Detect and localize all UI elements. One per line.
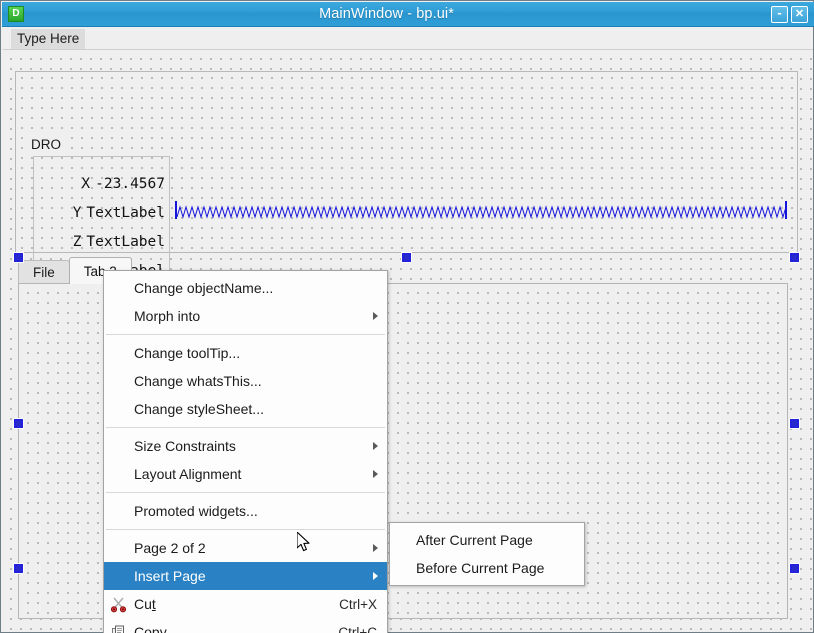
menu-item-label: After Current Page (416, 532, 574, 548)
selection-handle-bottom-left[interactable] (14, 564, 23, 573)
chevron-right-icon (373, 442, 378, 450)
chevron-right-icon (373, 312, 378, 320)
chevron-right-icon (373, 544, 378, 552)
chevron-right-icon (373, 572, 378, 580)
menu-bar: Type Here (3, 28, 813, 50)
menu-item-shortcut: Ctrl+X (339, 597, 377, 612)
submenu-item-before-current-page[interactable]: Before Current Page (390, 554, 584, 582)
minimize-button[interactable]: - (771, 6, 788, 23)
menu-item-label: Promoted widgets... (134, 503, 377, 519)
selection-handle-middle-left[interactable] (14, 419, 23, 428)
selection-handle-top-center[interactable] (402, 253, 411, 262)
dro-row-z[interactable]: ZTextLabel (34, 227, 171, 256)
menu-item-change-whatsthis[interactable]: Change whatsThis... (104, 367, 387, 395)
menu-item-label: Change toolTip... (134, 345, 377, 361)
dro-groupbox-title: DRO (29, 137, 63, 152)
menu-item-change-stylesheet[interactable]: Change styleSheet... (104, 395, 387, 423)
insert-page-submenu[interactable]: After Current Page Before Current Page (389, 522, 585, 586)
menu-item-label: Layout Alignment (134, 466, 377, 482)
menu-item-label: Change whatsThis... (134, 373, 377, 389)
close-button[interactable]: ✕ (791, 6, 808, 23)
menu-item-cut[interactable]: Cut Ctrl+X (104, 590, 387, 618)
selection-handle-bottom-right[interactable] (790, 564, 799, 573)
spacer-sawtooth-icon (175, 201, 788, 219)
menu-item-label: Before Current Page (416, 560, 574, 576)
menu-item-label: Change objectName... (134, 280, 377, 296)
menu-item-layout-alignment[interactable]: Layout Alignment (104, 460, 387, 488)
copy-icon (110, 624, 127, 633)
menu-item-insert-page[interactable]: Insert Page (104, 562, 387, 590)
dro-value-y: TextLabel (86, 205, 165, 221)
menu-separator (106, 427, 385, 428)
horizontal-spacer-indicator[interactable] (175, 201, 788, 219)
dro-axis-label-x: X (81, 176, 90, 192)
dro-row-y[interactable]: YTextLabel (34, 198, 171, 227)
menu-item-label: Size Constraints (134, 438, 377, 454)
menu-separator (106, 529, 385, 530)
menu-item-label: Page 2 of 2 (134, 540, 377, 556)
screenshot-root: D MainWindow - bp.ui* - ✕ Type Here DRO … (0, 0, 814, 633)
menu-item-label: Copy (134, 624, 310, 633)
dro-axis-label-y: Y (73, 205, 82, 221)
menu-separator (106, 334, 385, 335)
dro-value-z: TextLabel (86, 234, 165, 250)
dro-value-x: -23.4567 (95, 176, 165, 192)
menu-item-copy[interactable]: Copy Ctrl+C (104, 618, 387, 633)
scissors-icon (110, 596, 127, 613)
menu-item-label: Insert Page (134, 568, 377, 584)
window-controls: - ✕ (771, 6, 808, 23)
menubar-type-here-placeholder[interactable]: Type Here (11, 29, 85, 49)
menu-item-label: Change styleSheet... (134, 401, 377, 417)
menu-item-size-constraints[interactable]: Size Constraints (104, 432, 387, 460)
menu-item-label: Cut (134, 596, 311, 612)
menu-item-change-objectname[interactable]: Change objectName... (104, 274, 387, 302)
menu-item-morph-into[interactable]: Morph into (104, 302, 387, 330)
menu-item-promoted-widgets[interactable]: Promoted widgets... (104, 497, 387, 525)
main-window: D MainWindow - bp.ui* - ✕ Type Here DRO … (0, 0, 814, 633)
dro-row-x[interactable]: X -23.4567 (34, 169, 171, 198)
window-title: MainWindow - bp.ui* (2, 6, 771, 22)
dro-axis-label-z: Z (73, 234, 82, 250)
selection-handle-top-left[interactable] (14, 253, 23, 262)
menu-item-page-2-of-2[interactable]: Page 2 of 2 (104, 534, 387, 562)
selection-handle-middle-right[interactable] (790, 419, 799, 428)
selection-handle-top-right[interactable] (790, 253, 799, 262)
tab-file[interactable]: File (18, 260, 70, 284)
title-bar: D MainWindow - bp.ui* - ✕ (2, 2, 814, 27)
chevron-right-icon (373, 470, 378, 478)
menu-item-shortcut: Ctrl+C (338, 625, 377, 633)
context-menu[interactable]: Change objectName... Morph into Change t… (103, 270, 388, 633)
menu-item-label: Morph into (134, 308, 377, 324)
submenu-item-after-current-page[interactable]: After Current Page (390, 526, 584, 554)
menu-separator (106, 492, 385, 493)
menu-item-change-tooltip[interactable]: Change toolTip... (104, 339, 387, 367)
